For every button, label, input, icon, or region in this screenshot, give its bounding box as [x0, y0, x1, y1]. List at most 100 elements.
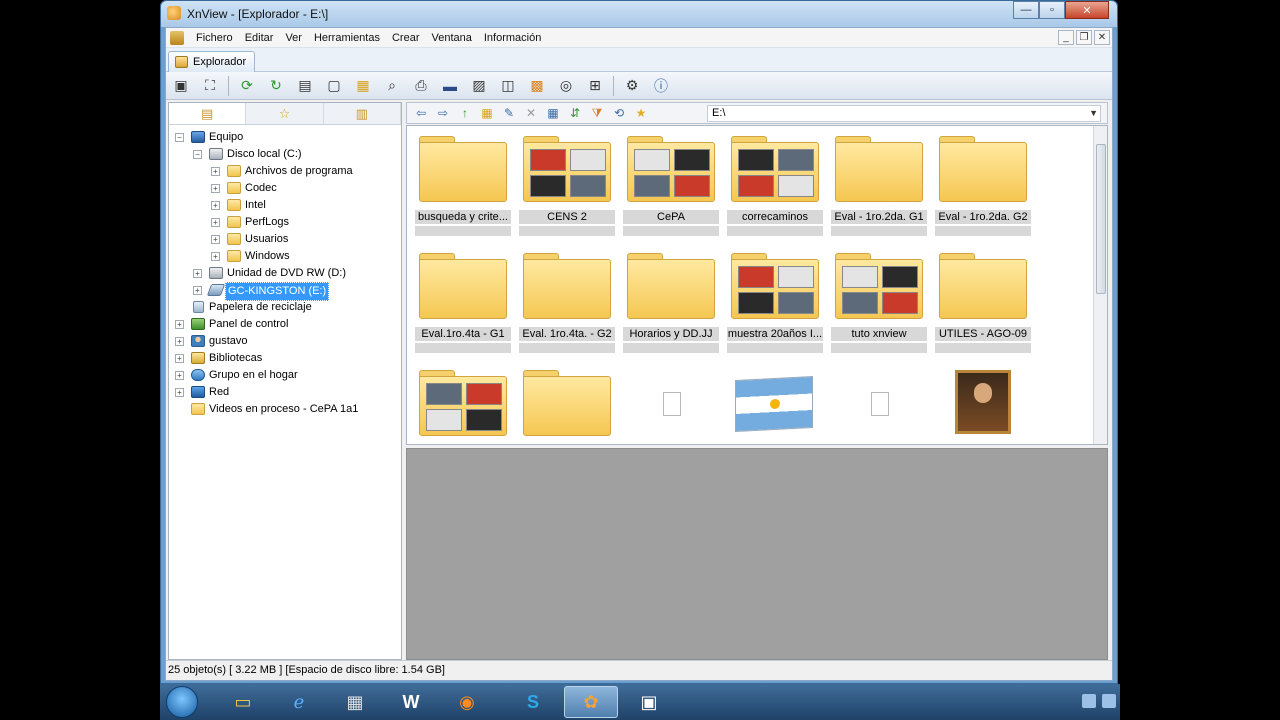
thumbnail-item[interactable]: 1-10 webs [623, 366, 719, 445]
vertical-scrollbar[interactable] [1093, 126, 1107, 444]
tree-item-usuarios[interactable]: + Usuarios [169, 231, 401, 248]
folder-copy-icon[interactable]: ▦ [352, 75, 374, 97]
thumbnail-item[interactable]: WALSH - ACP [415, 366, 511, 444]
skype-taskbar-icon[interactable]: S [506, 686, 560, 718]
thumbnail-item[interactable]: Eval. 1ro.4ta. - G2 [519, 249, 615, 365]
tree-item-perflogs[interactable]: + PerfLogs [169, 214, 401, 231]
menu-fichero[interactable]: Fichero [190, 32, 239, 44]
scrollbar-thumb[interactable] [1096, 144, 1106, 294]
tab-explorador[interactable]: Explorador [168, 51, 256, 72]
app-taskbar-icon[interactable]: ▣ [622, 686, 676, 718]
info-icon[interactable]: ⓘ [650, 75, 672, 97]
mdi-minimize-button[interactable]: _ [1058, 30, 1074, 45]
tab-folders-icon[interactable]: ▤ [169, 103, 247, 124]
tree-item-bibliotecas[interactable]: + Bibliotecas [169, 350, 401, 367]
open-icon[interactable]: ▢ [323, 75, 345, 97]
menu-crear[interactable]: Crear [386, 32, 426, 44]
tree-item-grupo-en-el-hogar[interactable]: + Grupo en el hogar [169, 367, 401, 384]
print-icon[interactable]: ⎙ [410, 75, 432, 97]
tree-item-gc-kingston-e[interactable]: + GC-KINGSTON (E:) [169, 282, 401, 301]
thumbnail-item[interactable]: cuadro san martín [935, 366, 1031, 444]
forward-arrow-icon[interactable]: ⇨ [435, 105, 451, 121]
grid-icon[interactable]: ⊞ [584, 75, 606, 97]
slideshow-icon[interactable]: ▨ [468, 75, 490, 97]
rename-icon[interactable]: ✎ [501, 105, 517, 121]
up-folder-icon[interactable]: ↑ [457, 105, 473, 121]
tab-favorites-icon[interactable]: ☆ [246, 103, 324, 124]
thumbnail-item[interactable]: Horarios y DD.JJ [623, 249, 719, 365]
thumbnail-item[interactable]: Walsh - TECNO [519, 366, 615, 444]
thumbnail-item[interactable]: Eval.1ro.4ta - G1 [415, 249, 511, 365]
filter-icon[interactable]: ⧩ [589, 105, 605, 121]
settings-gear-icon[interactable]: ⚙ [621, 75, 643, 97]
tree-item-windows[interactable]: + Windows [169, 248, 401, 265]
tray-volume-icon[interactable] [1102, 694, 1116, 708]
maximize-button[interactable]: ▫ [1039, 1, 1065, 19]
capture-icon[interactable]: ◫ [497, 75, 519, 97]
thumbnail-label: 1-10 webs [623, 444, 719, 445]
xnview-taskbar-icon[interactable]: ✿ [564, 686, 618, 718]
tree-item-codec[interactable]: + Codec [169, 180, 401, 197]
menu-informacion[interactable]: Información [478, 32, 547, 44]
title-bar[interactable]: XnView - [Explorador - E:\] — ▫ ✕ [161, 1, 1117, 27]
firefox-taskbar-icon[interactable]: ◉ [440, 686, 494, 718]
tree-item-gustavo[interactable]: + gustavo [169, 333, 401, 350]
tree-item-disco-c[interactable]: − Disco local (C:) [169, 146, 401, 163]
folder-icon [523, 253, 611, 325]
scan-icon[interactable]: ▬ [439, 75, 461, 97]
thumbnail-item[interactable]: CENS 2 [519, 132, 615, 248]
mdi-restore-button[interactable]: ❐ [1076, 30, 1092, 45]
thumbnail-item[interactable]: tuto xnview [831, 249, 927, 365]
thumbnail-item[interactable]: busqueda y crite... [415, 132, 511, 248]
thumbnail-item[interactable]: muestra 20años I... [727, 249, 823, 365]
internet-explorer-taskbar-icon[interactable]: ℯ [272, 686, 326, 718]
fullscreen-icon[interactable]: ⛶ [199, 75, 221, 97]
thumbnail-item[interactable]: CePA [623, 132, 719, 248]
menu-editar[interactable]: Editar [239, 32, 280, 44]
tree-item-intel[interactable]: + Intel [169, 197, 401, 214]
menu-ver[interactable]: Ver [279, 32, 308, 44]
web-page-icon[interactable]: ▩ [526, 75, 548, 97]
new-folder-icon[interactable]: ▦ [479, 105, 495, 121]
tree-item-dvd-d[interactable]: + Unidad de DVD RW (D:) [169, 265, 401, 282]
open-with-icon[interactable]: ▤ [294, 75, 316, 97]
tab-categories-icon[interactable]: ▥ [324, 103, 401, 124]
menu-herramientas[interactable]: Herramientas [308, 32, 386, 44]
view-mode-icon[interactable]: ▦ [545, 105, 561, 121]
tree-item-red[interactable]: + Red [169, 384, 401, 401]
tray-network-icon[interactable] [1082, 694, 1096, 708]
tree-item-equipo[interactable]: − Equipo [169, 129, 401, 146]
refresh-icon[interactable]: ⟳ [236, 75, 258, 97]
thumbnail-item[interactable]: Eval - 1ro.2da. G1 [831, 132, 927, 248]
menu-ventana[interactable]: Ventana [426, 32, 478, 44]
path-value: E:\ [712, 107, 726, 119]
start-button[interactable] [166, 686, 198, 718]
binoculars-icon[interactable]: ⌕ [381, 75, 403, 97]
minimize-button[interactable]: — [1013, 1, 1039, 19]
favorites-star-icon[interactable]: ★ [633, 105, 649, 121]
tree-item-videos-en-proceso[interactable]: Videos en proceso - CePA 1a1 [169, 401, 401, 418]
tree-item-archivos-de-programa[interactable]: + Archivos de programa [169, 163, 401, 180]
thumbnail-item[interactable]: Eval - 1ro.2da. G2 [935, 132, 1031, 248]
path-combobox[interactable]: E:\ ▼ [707, 105, 1101, 122]
close-button[interactable]: ✕ [1065, 1, 1109, 19]
batch-icon[interactable]: ◎ [555, 75, 577, 97]
tree-item-papelera[interactable]: Papelera de reciclaje [169, 299, 401, 316]
thumbnail-item[interactable]: banderaarg [727, 366, 823, 444]
tree-item-panel-de-control[interactable]: + Panel de control [169, 316, 401, 333]
calculator-taskbar-icon[interactable]: ▦ [328, 686, 382, 718]
thumbnail-item[interactable]: UTILES - AGO-09 [935, 249, 1031, 365]
mdi-close-button[interactable]: ✕ [1094, 30, 1110, 45]
thumbnail-item[interactable]: BOOTEX [831, 366, 927, 444]
chevron-down-icon[interactable]: ▼ [1089, 106, 1098, 121]
document-menu-icon[interactable] [170, 30, 184, 45]
browse-icon[interactable]: ▣ [170, 75, 192, 97]
thumbnail-item[interactable]: correcaminos [727, 132, 823, 248]
word-taskbar-icon[interactable]: W [384, 686, 438, 718]
sort-icon[interactable]: ⇵ [567, 105, 583, 121]
back-arrow-icon[interactable]: ⇦ [413, 105, 429, 121]
rotate-icon[interactable]: ↻ [265, 75, 287, 97]
sync-icon[interactable]: ⟲ [611, 105, 627, 121]
delete-icon[interactable]: ✕ [523, 105, 539, 121]
explorer-taskbar-icon[interactable]: ▭ [216, 686, 270, 718]
